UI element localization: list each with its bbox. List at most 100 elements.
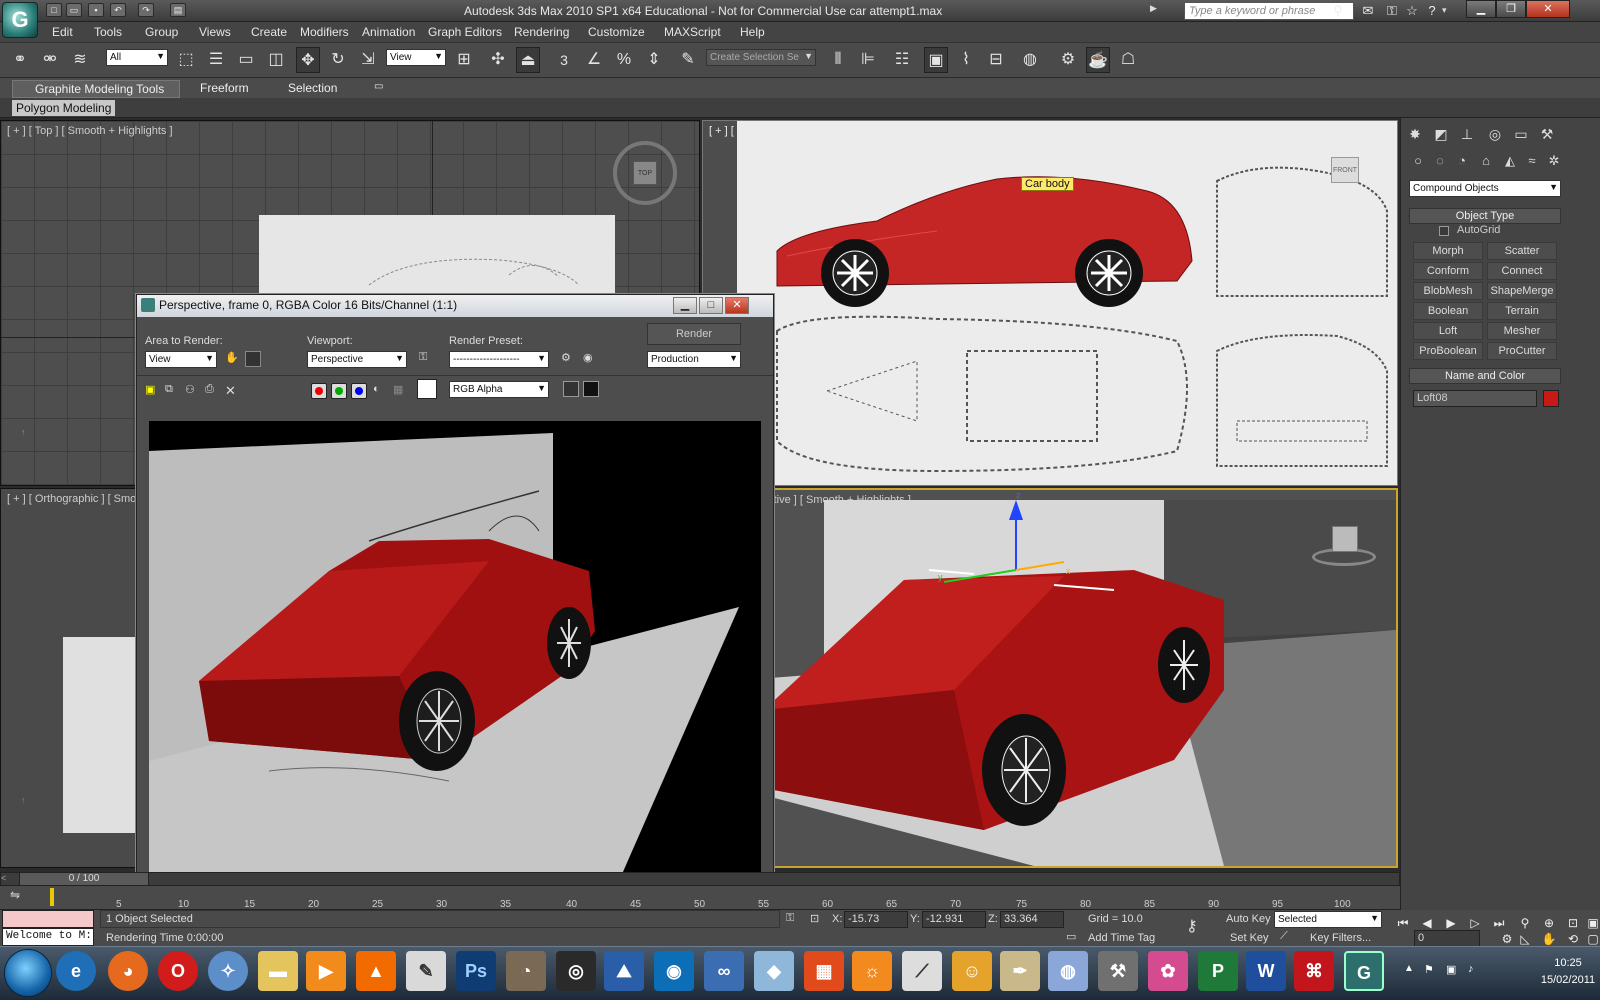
tray-network-icon[interactable]: ▣ (1446, 963, 1456, 976)
viewcube-box[interactable] (1332, 526, 1358, 552)
undo-icon[interactable]: ↶ (110, 3, 126, 17)
current-frame-field[interactable]: 0 (1414, 930, 1480, 947)
maxscript-listener-mini[interactable] (2, 910, 94, 928)
display-channel-dropdown[interactable]: RGB Alpha ▼ (449, 381, 549, 398)
safari-icon[interactable]: ✧ (208, 951, 248, 991)
default-tangent-icon[interactable]: ⟋ (1280, 930, 1294, 944)
project-folder-icon[interactable]: ▤ (170, 3, 186, 17)
systems-icon[interactable]: ✲ (1545, 152, 1563, 170)
key-filters-button[interactable]: Key Filters... (1310, 932, 1371, 944)
z-coordinate-field[interactable]: 33.364 (1000, 911, 1064, 928)
select-and-move-icon[interactable]: ✥ (296, 47, 320, 73)
material-editor-icon[interactable]: ◍ (1018, 47, 1042, 73)
blue-channel-toggle[interactable] (351, 383, 367, 399)
help-search-input[interactable]: Type a keyword or phrase (1184, 2, 1354, 20)
matlab-icon[interactable]: ⛰ (604, 951, 644, 991)
save-image-icon[interactable]: ▣ (145, 383, 155, 396)
autogrid-checkbox[interactable] (1439, 226, 1449, 236)
lock-icon[interactable]: ⚿ (419, 351, 435, 367)
open-file-icon[interactable]: ▭ (66, 3, 82, 17)
firefox-icon[interactable]: ◕ (108, 951, 148, 991)
menu-animation[interactable]: Animation (362, 25, 415, 39)
area-to-render-dropdown[interactable]: View ▼ (145, 351, 217, 368)
production-dropdown[interactable]: Production ▼ (647, 351, 741, 368)
shapes-icon[interactable]: ◌ (1431, 152, 1449, 170)
app-logo-icon[interactable]: G (2, 2, 38, 38)
new-file-icon[interactable]: □ (46, 3, 62, 17)
percent-snap-icon[interactable]: % (612, 47, 636, 73)
align-icon[interactable]: ⊫ (856, 47, 880, 73)
layer-manager-icon[interactable]: ☷ (890, 47, 914, 73)
auto-key-button[interactable]: Auto Key (1226, 913, 1271, 925)
swirl-icon[interactable]: ✿ (1148, 951, 1188, 991)
tab-selection[interactable]: Selection (288, 81, 337, 95)
viewcube-perspective[interactable] (1312, 526, 1376, 570)
edit-named-selection-icon[interactable]: ✎ (676, 47, 700, 73)
menu-group[interactable]: Group (145, 25, 178, 39)
object-name-input[interactable]: Loft08 (1413, 390, 1537, 407)
globe-icon[interactable]: ◍ (1048, 951, 1088, 991)
morph-button[interactable]: Morph (1413, 242, 1483, 260)
max-icon[interactable]: G (1344, 951, 1384, 991)
tab-freeform[interactable]: Freeform (200, 81, 249, 95)
pivot-center-icon[interactable]: ⊞ (452, 47, 476, 73)
viewcube-ring[interactable]: TOP (613, 141, 677, 205)
maxscript-listener-input[interactable]: Welcome to M: (2, 928, 94, 946)
curve-editor-icon[interactable]: ⌇ (954, 47, 978, 73)
restore-button[interactable]: ❐ (1496, 0, 1526, 18)
toggle-ui-icon[interactable] (583, 381, 599, 397)
lights-icon[interactable]: ◔ (1453, 152, 1471, 170)
close-button[interactable]: ✕ (1526, 0, 1570, 18)
app2-icon[interactable]: ◉ (654, 951, 694, 991)
vlc-icon[interactable]: ▲ (356, 951, 396, 991)
viewcube-front[interactable]: FRONT (1331, 157, 1359, 183)
conform-button[interactable]: Conform (1413, 262, 1483, 280)
select-and-rotate-icon[interactable]: ↻ (326, 47, 350, 73)
photoshop-icon[interactable]: Ps (456, 951, 496, 991)
menu-edit[interactable]: Edit (52, 25, 73, 39)
render-setup-icon[interactable]: ⚙ (1056, 47, 1080, 73)
pan-hand-icon[interactable]: ✋ (225, 351, 241, 367)
named-selection-dropdown[interactable]: Create Selection Se ▼ (706, 49, 816, 66)
rendered-frame-window-icon[interactable]: ☕ (1086, 47, 1110, 73)
scatter-button[interactable]: Scatter (1487, 242, 1557, 260)
time-tag-icon[interactable]: ▭ (1066, 930, 1080, 944)
proboolean-button[interactable]: ProBoolean (1413, 342, 1483, 360)
expand-arrow-icon[interactable]: ▶ (1150, 3, 1157, 14)
clear-icon[interactable]: ✕ (225, 383, 236, 399)
bind-space-warp-icon[interactable]: ≋ (68, 47, 92, 73)
clock[interactable]: 10:25 15/02/2011 (1536, 955, 1600, 989)
ie-icon[interactable]: e (56, 951, 96, 991)
favorites-star-icon[interactable]: ☆ (1404, 3, 1420, 19)
name-and-color-rollout[interactable]: Name and Color (1409, 368, 1561, 384)
prev-frame-arrow-icon[interactable]: < (1, 873, 15, 885)
menu-rendering[interactable]: Rendering (514, 25, 569, 39)
green-channel-toggle[interactable] (331, 383, 347, 399)
render-setup-icon[interactable]: ⚙ (561, 351, 577, 367)
select-and-scale-icon[interactable]: ⇲ (356, 47, 380, 73)
word-icon[interactable]: W (1246, 951, 1286, 991)
spinner-snap-icon[interactable]: ⇕ (642, 47, 666, 73)
gimp-icon[interactable]: ◔ (506, 951, 546, 991)
chart-icon[interactable]: ⟋ (902, 951, 942, 991)
menu-maxscript[interactable]: MAXScript (664, 25, 721, 39)
tray-flag-icon[interactable]: ⚑ (1424, 963, 1434, 976)
blobmesh-button[interactable]: BlobMesh (1413, 282, 1483, 300)
terrain-button[interactable]: Terrain (1487, 302, 1557, 320)
alpha-channel-icon[interactable]: ◐ (373, 383, 380, 395)
tray-arrow-icon[interactable]: ▲ (1404, 963, 1414, 974)
time-slider[interactable]: < 0 / 100 (0, 872, 1400, 886)
viewport-ortho-label[interactable]: [ + ] [ Orthographic ] [ Smoo (7, 493, 142, 505)
ribbon-minimize-icon[interactable]: ▭ (374, 81, 383, 92)
selection-lock-icon[interactable]: ⚿ (786, 912, 800, 926)
minimize-button[interactable]: ▁ (1466, 0, 1496, 18)
window-crossing-icon[interactable]: ◫ (264, 47, 288, 73)
region-icon[interactable] (245, 351, 261, 367)
menu-help[interactable]: Help (740, 25, 765, 39)
add-time-tag[interactable]: Add Time Tag (1088, 932, 1155, 944)
key-icon[interactable]: ⚿ (1384, 3, 1400, 19)
create-tab-icon[interactable]: ✸ (1405, 124, 1425, 144)
help-dropdown-icon[interactable]: ▾ (1442, 5, 1447, 16)
monochrome-icon[interactable]: ▦ (393, 383, 403, 396)
absolute-mode-icon[interactable]: ⊡ (810, 912, 824, 926)
